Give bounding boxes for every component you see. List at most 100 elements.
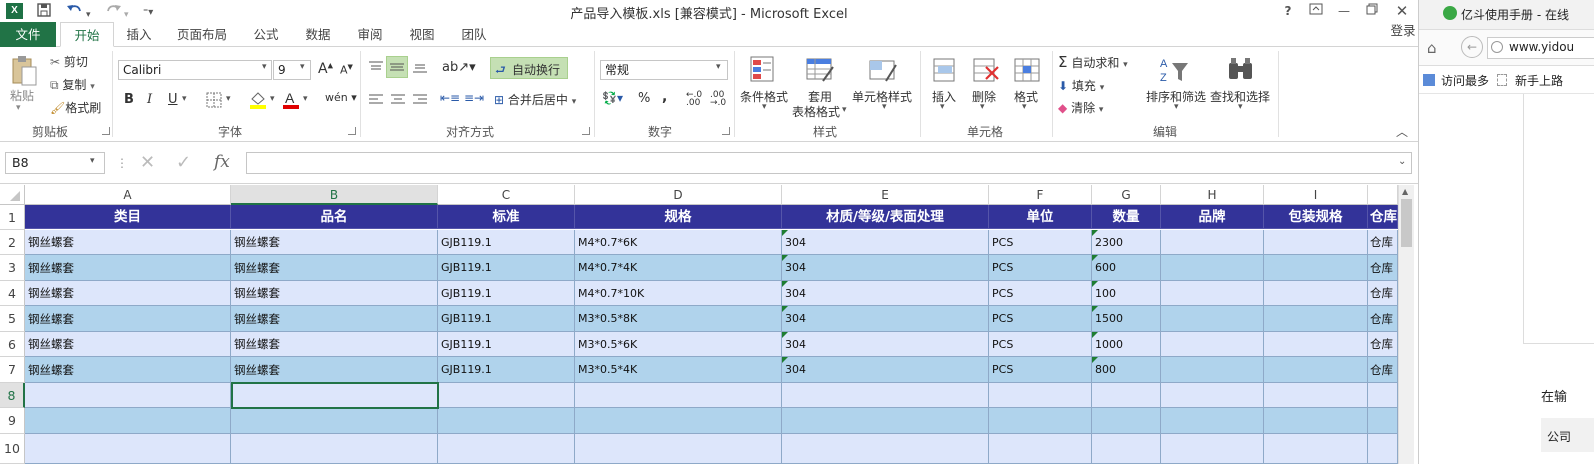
column-header-h[interactable]: H [1161,185,1264,205]
row-header-3[interactable]: 3 [0,255,25,281]
format-as-table-dropdown-icon[interactable]: ▾ [842,105,847,115]
table-cell[interactable]: M4*0.7*4K [575,255,782,281]
font-color-dropdown-icon[interactable]: ▾ [303,94,308,104]
cancel-entry-icon[interactable]: ✕ [140,152,155,173]
column-header-a[interactable]: A [25,185,231,205]
tab-data[interactable]: 数据 [296,22,340,47]
header-cell[interactable]: 单位 [989,205,1092,229]
table-cell[interactable]: GJB119.1 [438,306,575,332]
row-header-8[interactable]: 8 [0,383,25,408]
table-cell[interactable]: 钢丝螺套 [25,255,231,281]
table-cell[interactable]: M3*0.5*4K [575,357,782,383]
table-cell[interactable]: 仓库 [1368,281,1398,306]
table-cell[interactable]: PCS [989,230,1092,255]
header-cell[interactable]: 标准 [438,205,575,229]
table-cell[interactable]: 600 [1092,255,1161,281]
header-cell[interactable]: 类目 [25,205,231,229]
row-header-6[interactable]: 6 [0,332,25,357]
undo-icon[interactable] [66,2,84,23]
align-center-icon[interactable] [390,93,406,107]
table-cell[interactable]: GJB119.1 [438,255,575,281]
find-select-dropdown-icon[interactable]: ▾ [1238,102,1243,112]
paste-dropdown-icon[interactable]: ▾ [16,103,21,113]
table-cell[interactable] [989,408,1092,434]
clear-button[interactable]: ◆ 清除 ▾ [1058,99,1103,116]
alignment-launcher-icon[interactable] [582,127,590,135]
tab-review[interactable]: 审阅 [348,22,392,47]
tab-formulas[interactable]: 公式 [244,22,288,47]
orientation-icon[interactable]: ab↗▾ [442,60,476,75]
table-cell[interactable]: PCS [989,255,1092,281]
format-cells-icon[interactable] [1012,55,1042,85]
table-cell[interactable]: 钢丝螺套 [231,230,438,255]
decrease-decimal-icon[interactable]: .00 →.0 [710,91,726,108]
error-indicator-icon[interactable] [1092,306,1098,312]
table-cell[interactable]: PCS [989,357,1092,383]
table-cell[interactable] [1161,357,1264,383]
table-cell[interactable]: GJB119.1 [438,281,575,306]
table-cell[interactable]: 仓库 [1368,230,1398,255]
table-cell[interactable] [1264,255,1368,281]
table-cell[interactable] [1264,434,1368,464]
copy-button[interactable]: ⧉ 复制 ▾ [50,76,95,93]
tab-insert[interactable]: 插入 [116,22,162,47]
table-cell[interactable] [1161,383,1264,408]
table-cell[interactable]: M4*0.7*6K [575,230,782,255]
error-indicator-icon[interactable] [782,255,788,261]
currency-icon[interactable]: 💱▾ [602,91,623,105]
column-header-c[interactable]: C [438,185,575,205]
underline-dropdown-icon[interactable]: ▾ [182,94,187,104]
table-cell[interactable]: 100 [1092,281,1161,306]
row-header-4[interactable]: 4 [0,281,25,306]
table-cell[interactable] [989,434,1092,464]
formula-input[interactable] [246,152,1412,174]
table-cell[interactable] [1368,408,1398,434]
column-header-b[interactable]: B [231,185,438,205]
select-all-corner[interactable] [0,185,25,205]
restore-icon[interactable] [1360,2,1384,20]
table-cell[interactable] [1264,230,1368,255]
header-cell[interactable]: 品名 [231,205,438,229]
table-cell[interactable]: 钢丝螺套 [25,357,231,383]
table-cell[interactable]: 仓库 [1368,255,1398,281]
table-cell[interactable]: 304 [782,230,989,255]
table-cell[interactable]: 钢丝螺套 [25,306,231,332]
table-cell[interactable] [1161,230,1264,255]
border-icon[interactable] [206,92,222,108]
table-cell[interactable] [231,434,438,464]
table-cell[interactable]: 钢丝螺套 [25,230,231,255]
ribbon-display-options-icon[interactable] [1304,2,1328,20]
table-cell[interactable] [1161,306,1264,332]
table-cell[interactable]: GJB119.1 [438,230,575,255]
delete-cells-dropdown-icon[interactable]: ▾ [980,102,985,112]
table-cell[interactable]: 304 [782,281,989,306]
table-cell[interactable]: GJB119.1 [438,332,575,357]
paste-icon[interactable] [10,55,38,87]
align-right-icon[interactable] [412,93,428,107]
font-color-icon[interactable]: A [282,89,300,109]
close-icon[interactable]: ✕ [1390,2,1414,20]
table-cell[interactable]: PCS [989,306,1092,332]
paste-label[interactable]: 粘贴 [10,87,34,104]
number-launcher-icon[interactable] [722,127,730,135]
table-cell[interactable]: 1000 [1092,332,1161,357]
table-cell[interactable]: 800 [1092,357,1161,383]
cut-button[interactable]: ✂ 剪切 [50,53,88,70]
table-cell[interactable]: M3*0.5*6K [575,332,782,357]
conditional-formatting-dropdown-icon[interactable]: ▾ [762,102,767,112]
table-cell[interactable] [438,408,575,434]
table-cell[interactable]: 仓库 [1368,332,1398,357]
table-cell[interactable]: 1500 [1092,306,1161,332]
header-cell[interactable]: 仓库 [1368,205,1398,229]
align-bottom-icon[interactable] [412,59,428,75]
table-cell[interactable] [1161,434,1264,464]
italic-button[interactable]: I [147,92,152,107]
table-cell[interactable] [575,383,782,408]
error-indicator-icon[interactable] [782,230,788,236]
table-cell[interactable]: 304 [782,255,989,281]
collapse-ribbon-icon[interactable]: ︿ [1396,123,1408,140]
column-header-i[interactable]: I [1264,185,1368,205]
percent-button[interactable]: % [638,91,650,106]
table-cell[interactable]: 钢丝螺套 [25,332,231,357]
cell-styles-icon[interactable] [868,55,898,85]
